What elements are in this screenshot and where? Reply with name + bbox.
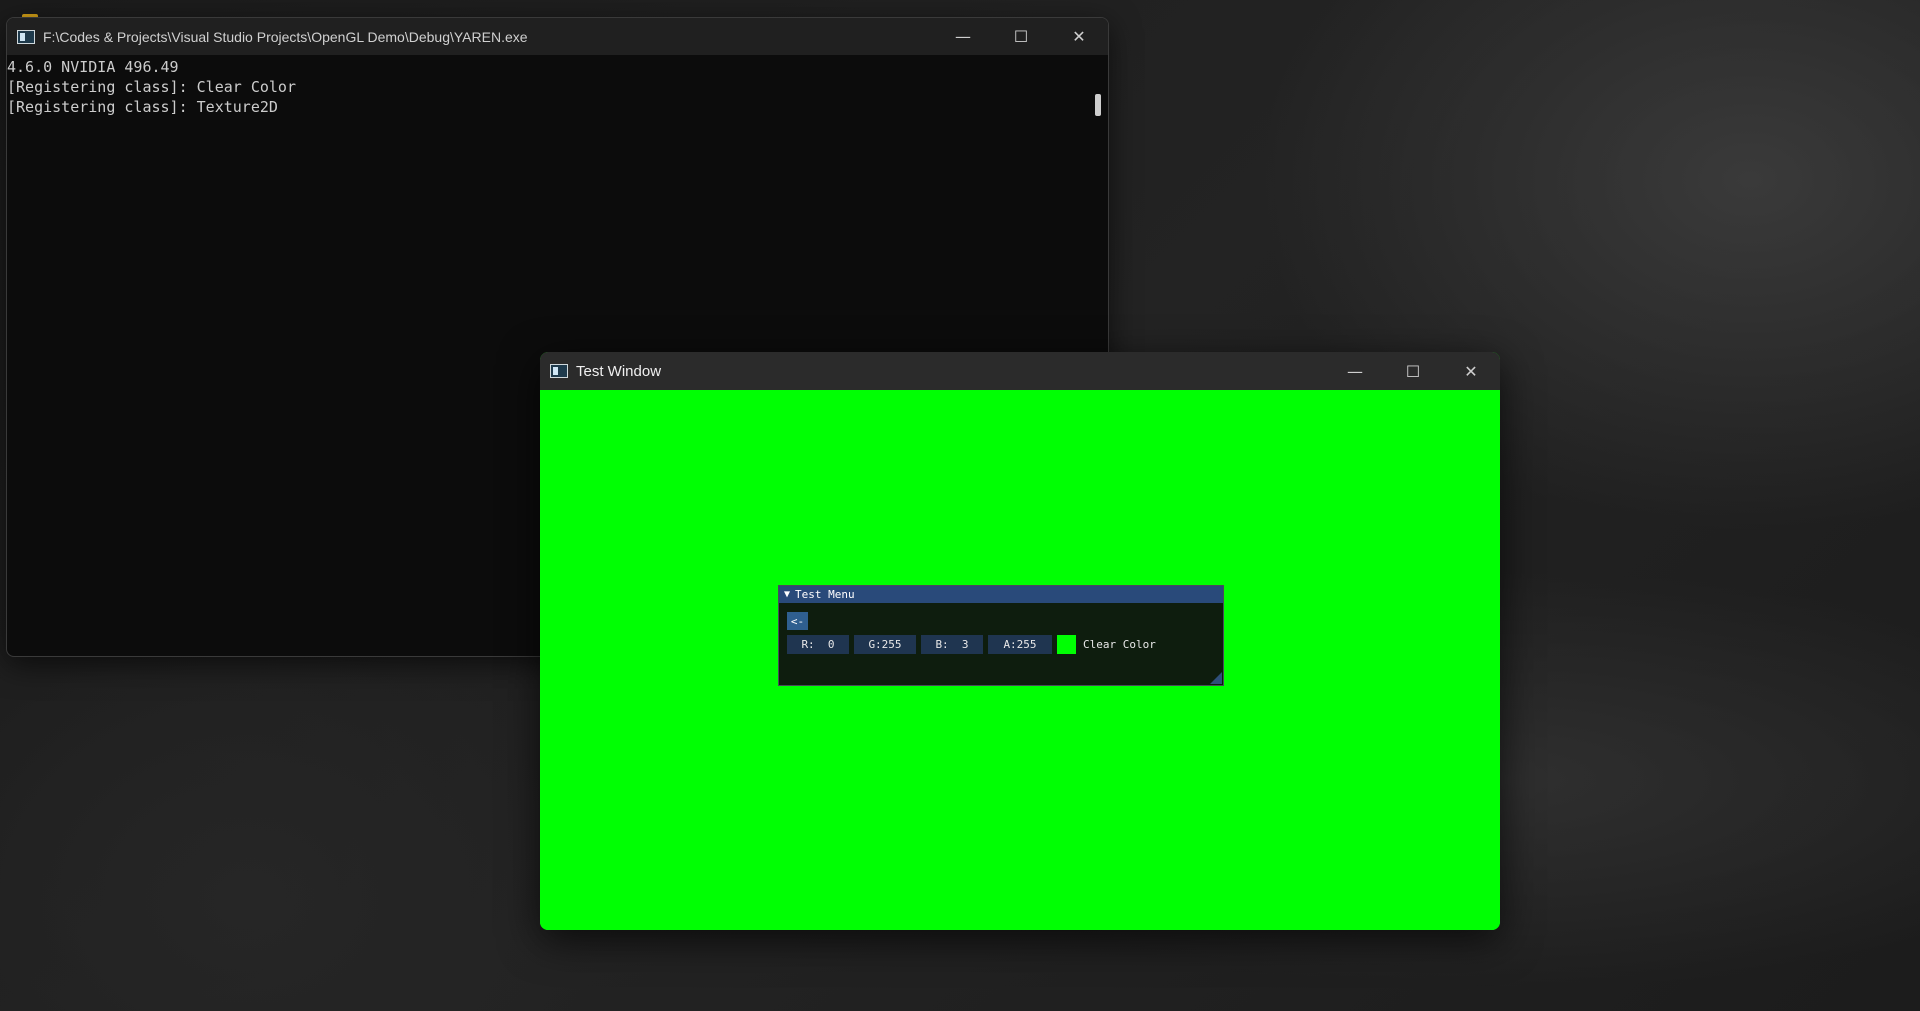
back-button-label: <- <box>790 614 805 628</box>
console-app-icon <box>17 29 35 44</box>
console-caption-buttons: — ☐ ✕ <box>934 18 1108 55</box>
test-window-titlebar[interactable]: Test Window — ☐ ✕ <box>540 352 1500 390</box>
back-button[interactable]: <- <box>787 612 808 630</box>
blue-drag-field[interactable]: B: 3 <box>921 635 983 654</box>
red-drag-field[interactable]: R: 0 <box>787 635 849 654</box>
test-caption-buttons: — ☐ ✕ <box>1326 352 1500 390</box>
console-maximize-button[interactable]: ☐ <box>992 18 1050 55</box>
console-line: [Registering class]: Clear Color <box>7 78 296 96</box>
green-drag-field[interactable]: G:255 <box>854 635 916 654</box>
alpha-drag-field[interactable]: A:255 <box>988 635 1052 654</box>
window-app-icon <box>550 364 568 378</box>
minimize-icon: — <box>1347 361 1363 381</box>
console-titlebar[interactable]: F:\Codes & Projects\Visual Studio Projec… <box>7 18 1108 55</box>
console-minimize-button[interactable]: — <box>934 18 992 55</box>
imgui-title: Test Menu <box>795 588 855 601</box>
console-line: 4.6.0 NVIDIA 496.49 <box>7 58 179 76</box>
console-line: [Registering class]: Texture2D <box>7 98 278 116</box>
clear-color-label: Clear Color <box>1083 638 1156 651</box>
resize-grip[interactable] <box>1210 672 1222 684</box>
maximize-icon: ☐ <box>1405 361 1421 381</box>
collapse-arrow-icon[interactable]: ▼ <box>784 589 790 600</box>
close-icon: ✕ <box>1072 27 1086 46</box>
test-close-button[interactable]: ✕ <box>1442 352 1500 390</box>
test-maximize-button[interactable]: ☐ <box>1384 352 1442 390</box>
console-scrollbar-thumb[interactable] <box>1095 94 1101 116</box>
console-window-title: F:\Codes & Projects\Visual Studio Projec… <box>43 28 528 45</box>
minimize-icon: — <box>955 27 971 46</box>
color-swatch[interactable] <box>1057 635 1076 654</box>
console-close-button[interactable]: ✕ <box>1050 18 1108 55</box>
desktop-background: F:\Codes & Projects\Visual Studio Projec… <box>0 0 1920 1011</box>
imgui-test-menu[interactable]: ▼ Test Menu <- R: 0 G:255 B: 3 A:255 Cle… <box>778 585 1224 686</box>
close-icon: ✕ <box>1464 361 1478 381</box>
imgui-titlebar[interactable]: ▼ Test Menu <box>779 586 1223 603</box>
test-minimize-button[interactable]: — <box>1326 352 1384 390</box>
maximize-icon: ☐ <box>1013 27 1029 46</box>
test-window-title: Test Window <box>576 362 662 380</box>
